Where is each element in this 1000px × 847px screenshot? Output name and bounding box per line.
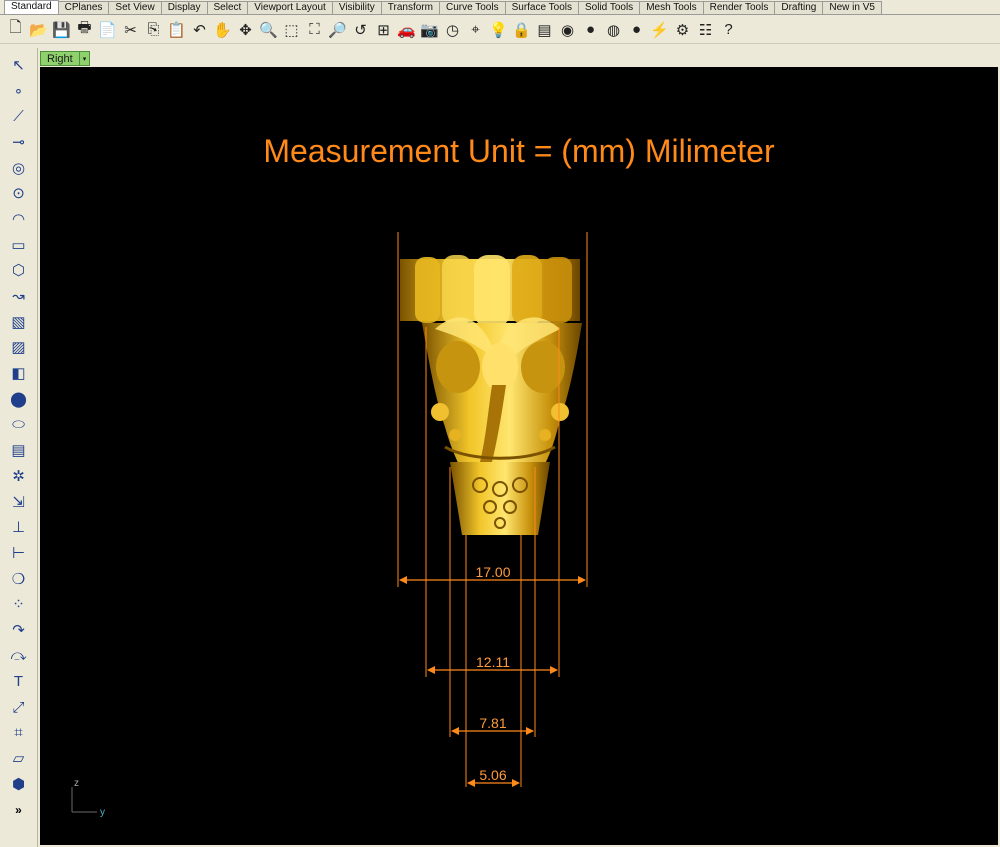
dimension-lines	[399, 576, 586, 787]
dimension-label-tip-width: 5.06	[479, 767, 506, 783]
viewport-name: Right	[47, 52, 73, 65]
surface-patch-icon[interactable]: ▤	[6, 437, 32, 463]
toolbar-tabs: Standard CPlanes Set View Display Select View…	[0, 0, 1000, 15]
scale-icon[interactable]: ⤢	[6, 694, 32, 720]
ellipse-icon[interactable]: ⊙	[6, 180, 32, 206]
line-icon[interactable]: ⊸	[6, 129, 32, 155]
car-icon[interactable]: 🚗	[395, 18, 418, 41]
fillet-icon[interactable]: ↷	[6, 617, 32, 643]
tab-mesh-tools[interactable]: Mesh Tools	[639, 1, 704, 14]
tab-display[interactable]: Display	[160, 1, 208, 14]
align-icon[interactable]: ⊥	[6, 514, 32, 540]
snap-icon[interactable]: ⌖	[464, 18, 487, 41]
more-icon[interactable]: »	[6, 797, 32, 823]
polygon-icon[interactable]: ⬡	[6, 258, 32, 284]
tab-select[interactable]: Select	[206, 1, 249, 14]
dimension-label-overall-width: 17.00	[475, 564, 510, 580]
flashlight-icon[interactable]: ⚡	[648, 18, 671, 41]
tab-visibility[interactable]: Visibility	[331, 1, 382, 14]
viewport-canvas: 17.00 12.11 7.81 5.06 z y	[71, 232, 588, 818]
clock-icon[interactable]: ◷	[441, 18, 464, 41]
cylinder-icon[interactable]: ⬭	[6, 412, 32, 438]
save-icon[interactable]: 💾	[50, 18, 73, 41]
zoom-extents-icon[interactable]: ⛶	[303, 18, 326, 41]
surface-icon[interactable]: ▧	[6, 309, 32, 335]
right-viewport[interactable]: Measurement Unit = (mm) Milimeter 17.00 …	[40, 67, 998, 845]
undo-icon[interactable]: ↶	[188, 18, 211, 41]
circle-icon[interactable]: ◎	[6, 155, 32, 181]
pan-hand-icon[interactable]: ✋	[211, 18, 234, 41]
viewport-title-tab[interactable]: Right ▾	[40, 51, 90, 66]
axis-y-label: y	[100, 807, 105, 818]
extrude-icon[interactable]: ▨	[6, 335, 32, 361]
transform-icon[interactable]: ⇲	[6, 489, 32, 515]
tab-new-in-v5[interactable]: New in V5	[822, 1, 882, 14]
viewport-menu-arrow-icon[interactable]: ▾	[79, 52, 89, 65]
tab-curve-tools[interactable]: Curve Tools	[438, 1, 506, 14]
blue-sphere-icon[interactable]: ●	[625, 18, 648, 41]
tab-surface-tools[interactable]: Surface Tools	[504, 1, 579, 14]
rendered-sphere-icon[interactable]: ◍	[602, 18, 625, 41]
tab-set-view[interactable]: Set View	[108, 1, 162, 14]
cut-icon[interactable]: ✂	[119, 18, 142, 41]
polyline-icon[interactable]: ⟋	[6, 103, 32, 129]
light-bulb-icon[interactable]: 💡	[487, 18, 510, 41]
left-toolbar: ↖ ∘ ⟋ ⊸ ◎ ⊙ ◠ ▭ ⬡ ↝ ▧ ▨ ◧ ⬤ ⬭ ▤ ✲ ⇲ ⊥ ⊢ ❍ ⁘ ↷ ⤼ T ⤢ ⌗ ▱ ⬢»	[0, 48, 38, 847]
object-box-icon[interactable]: ⬢	[6, 771, 32, 797]
rotate-view-icon[interactable]: ✥	[234, 18, 257, 41]
lock-icon[interactable]: 🔒	[510, 18, 533, 41]
undo-view-icon[interactable]: ↺	[349, 18, 372, 41]
points-icon[interactable]: ⁘	[6, 591, 32, 617]
axis-z-label: z	[74, 778, 79, 789]
point-icon[interactable]: ∘	[6, 78, 32, 104]
zoom-window-icon[interactable]: ⬚	[280, 18, 303, 41]
help-icon[interactable]: ?	[717, 18, 740, 41]
box-icon[interactable]: ◧	[6, 360, 32, 386]
pendant-model	[400, 255, 582, 535]
standard-toolbar: 🗋 📂 💾 🖶 📄 ✂ ⎘ 📋 ↶ ✋ ✥ 🔍 ⬚ ⛶ 🔎 ↺ ⊞ 🚗 📷 ◷ ⌖ 💡 🔒 ▤ ◉ ● ◍ ● ⚡ ⚙ ☷?	[0, 16, 1000, 44]
select-arrow-icon[interactable]: ↖	[6, 52, 32, 78]
shade-icon[interactable]: ❍	[6, 566, 32, 592]
import-icon[interactable]: 📄	[96, 18, 119, 41]
color-wheel-icon[interactable]: ◉	[556, 18, 579, 41]
tab-standard[interactable]: Standard	[4, 0, 59, 14]
copy-icon[interactable]: ⎘	[142, 18, 165, 41]
options-gear-icon[interactable]: ⚙	[671, 18, 694, 41]
camera-icon[interactable]: 📷	[418, 18, 441, 41]
tab-viewport-layout[interactable]: Viewport Layout	[247, 1, 333, 14]
tab-cplanes[interactable]: CPlanes	[57, 1, 110, 14]
open-folder-icon[interactable]: 📂	[27, 18, 50, 41]
zoom-selected-icon[interactable]: 🔎	[326, 18, 349, 41]
boolean-icon[interactable]: ⬤	[6, 386, 32, 412]
paste-icon[interactable]: 📋	[165, 18, 188, 41]
arc-icon[interactable]: ◠	[6, 206, 32, 232]
dimension-label-lower-width: 7.81	[479, 715, 506, 731]
properties-icon[interactable]: ☷	[694, 18, 717, 41]
gear-icon[interactable]: ✲	[6, 463, 32, 489]
text-icon[interactable]: T	[6, 669, 32, 695]
print-icon[interactable]: 🖶	[73, 18, 96, 41]
axis-indicator: z y	[71, 778, 105, 818]
snap-icon[interactable]: ⊢	[6, 540, 32, 566]
dimension-label-body-width: 12.11	[476, 654, 510, 670]
curve-icon[interactable]: ↝	[6, 283, 32, 309]
tab-render-tools[interactable]: Render Tools	[702, 1, 776, 14]
edit-icon[interactable]: ▱	[6, 746, 32, 772]
layers-icon[interactable]: ▤	[533, 18, 556, 41]
rectangle-icon[interactable]: ▭	[6, 232, 32, 258]
zoom-icon[interactable]: 🔍	[257, 18, 280, 41]
tab-solid-tools[interactable]: Solid Tools	[578, 1, 641, 14]
tab-transform[interactable]: Transform	[380, 1, 440, 14]
tab-drafting[interactable]: Drafting	[774, 1, 824, 14]
shaded-sphere-icon[interactable]: ●	[579, 18, 602, 41]
group-icon[interactable]: ⌗	[6, 720, 32, 746]
new-file-icon[interactable]: 🗋	[4, 18, 27, 41]
four-viewports-icon[interactable]: ⊞	[372, 18, 395, 41]
chamfer-icon[interactable]: ⤼	[6, 643, 32, 669]
